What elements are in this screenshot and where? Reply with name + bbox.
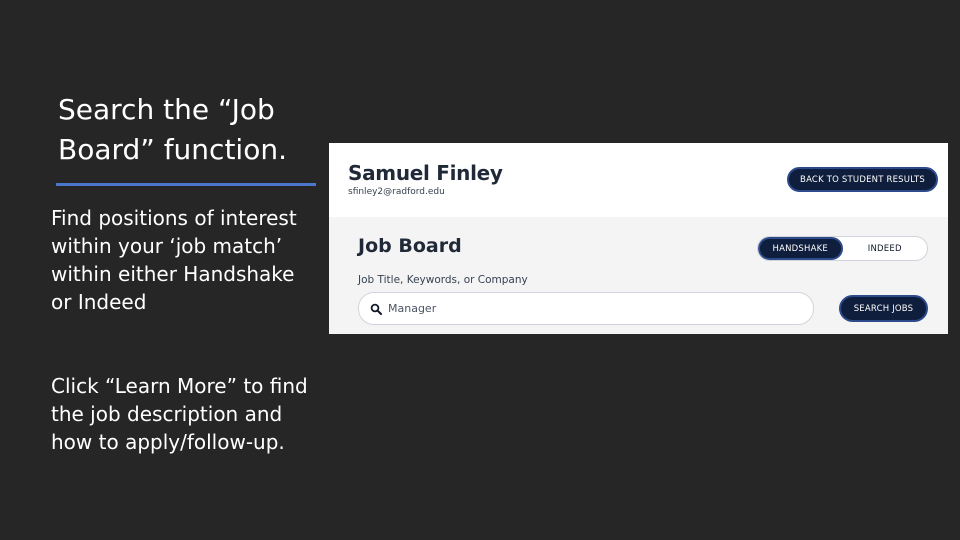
student-email: sfinley2@radford.edu — [348, 187, 445, 197]
job-source-toggle[interactable]: HANDSHAKE INDEED — [757, 236, 928, 261]
search-input-value[interactable]: Manager — [388, 302, 436, 315]
instruction-text-1: Find positions of interest within your ‘… — [51, 206, 297, 314]
student-header: Samuel Finley sfinley2@radford.edu BACK … — [329, 143, 948, 217]
title-underline — [56, 183, 316, 186]
slide-title: Search the “Job Board” function. — [58, 93, 287, 166]
back-to-student-results-button[interactable]: BACK TO STUDENT RESULTS — [787, 167, 938, 192]
search-input[interactable]: Manager — [358, 292, 814, 325]
search-icon — [369, 302, 383, 316]
student-name: Samuel Finley — [348, 161, 503, 185]
job-board-screenshot: Samuel Finley sfinley2@radford.edu BACK … — [329, 143, 948, 334]
instruction-text-2: Click “Learn More” to find the job descr… — [51, 374, 308, 454]
job-board-title: Job Board — [358, 235, 462, 257]
search-field-label: Job Title, Keywords, or Company — [358, 274, 528, 286]
search-jobs-button[interactable]: SEARCH JOBS — [839, 295, 928, 322]
toggle-indeed[interactable]: INDEED — [843, 237, 928, 260]
toggle-handshake[interactable]: HANDSHAKE — [758, 237, 843, 260]
